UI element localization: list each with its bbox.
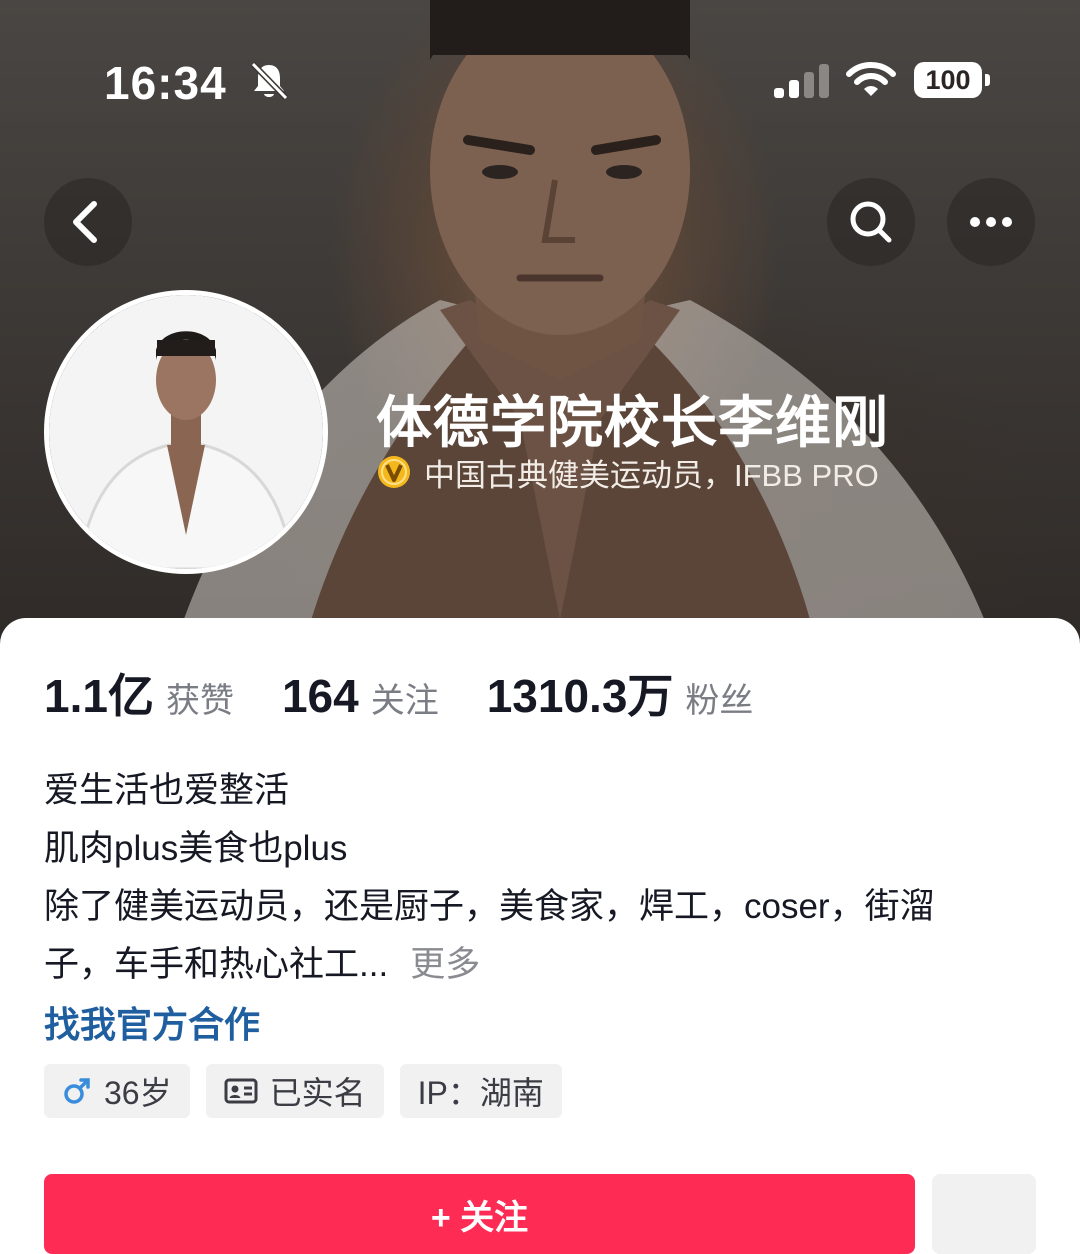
bio-line-last: 子，车手和热心社工... 更多	[44, 936, 1034, 994]
profile-stats: 1.1亿 获赞 164 关注 1310.3万 粉丝	[44, 660, 801, 723]
profile-tags: 36岁 已实名 IP：湖南	[44, 1064, 578, 1118]
more-button[interactable]	[947, 178, 1035, 266]
avatar-photo	[49, 295, 323, 569]
stat-value: 1.1亿	[44, 670, 154, 722]
battery-tip	[985, 74, 990, 86]
bio-line-text: 子，车手和热心社工...	[44, 945, 389, 984]
bio-more-link[interactable]: 更多	[410, 945, 480, 984]
signal-icon	[774, 64, 829, 98]
stat-label: 关注	[370, 682, 439, 720]
message-button[interactable]	[932, 1174, 1036, 1254]
back-button[interactable]	[44, 178, 132, 266]
stat-followers[interactable]: 1310.3万 粉丝	[487, 660, 754, 726]
stat-label: 获赞	[165, 682, 234, 720]
follow-label: + 关注	[430, 1199, 529, 1237]
bio-line: 肌肉plus美食也plus	[44, 829, 348, 868]
profile-cover: 16:34 100 体德学院校长李维刚 中国古典健美运动员，IFBB PRO	[0, 0, 1080, 660]
more-icon	[970, 217, 1012, 227]
tag-text: 36岁	[104, 1075, 172, 1111]
search-icon	[850, 201, 892, 243]
stat-label: 粉丝	[685, 682, 754, 720]
male-icon	[64, 1078, 90, 1104]
status-time: 16:34	[104, 57, 227, 109]
verification-text: 中国古典健美运动员，IFBB PRO	[424, 457, 879, 493]
stat-following[interactable]: 164 关注	[282, 669, 439, 723]
id-card-icon	[224, 1078, 258, 1104]
tag-verified-name: 已实名	[205, 1064, 384, 1118]
stat-value: 164	[281, 670, 359, 722]
tag-text: 已实名	[269, 1075, 366, 1111]
avatar[interactable]	[44, 290, 328, 574]
collab-link[interactable]: 找我官方合作	[44, 996, 260, 1048]
stat-likes[interactable]: 1.1亿 获赞	[44, 660, 234, 726]
bio: 爱生活也爱整活 肌肉plus美食也plus 除了健美运动员，还是厨子，美食家，焊…	[44, 762, 1034, 994]
bio-line: 除了健美运动员，还是厨子，美食家，焊工，coser，街溜	[44, 887, 935, 926]
tag-age: 36岁	[44, 1064, 190, 1118]
verification-row: 中国古典健美运动员，IFBB PRO	[376, 452, 879, 493]
tag-text: IP：湖南	[417, 1075, 544, 1111]
battery-icon: 100	[914, 62, 982, 98]
bell-slash-icon	[250, 61, 289, 101]
stat-value: 1310.3万	[486, 670, 674, 722]
verified-badge-icon	[378, 456, 410, 488]
tag-ip: IP：湖南	[399, 1064, 562, 1118]
profile-name: 体德学院校长李维刚	[376, 391, 889, 454]
wifi-icon	[846, 62, 896, 96]
status-bar: 16:34 100	[0, 0, 1080, 150]
search-button[interactable]	[827, 178, 915, 266]
follow-button[interactable]: + 关注	[44, 1174, 915, 1254]
chevron-left-icon	[73, 201, 97, 243]
bio-line: 爱生活也爱整活	[44, 771, 290, 810]
